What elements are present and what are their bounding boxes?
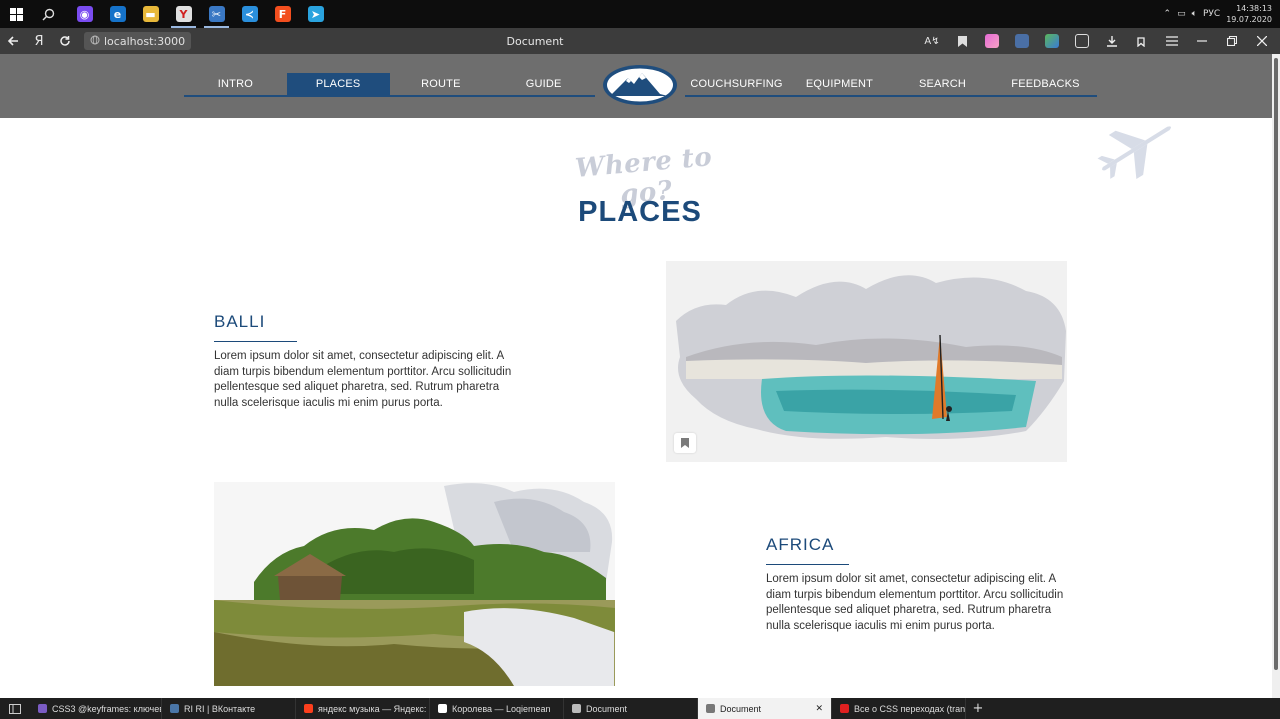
bookmark-icon[interactable] bbox=[674, 433, 696, 453]
title-underline bbox=[766, 564, 849, 565]
restore-icon[interactable] bbox=[1218, 28, 1246, 54]
tab-label: Королева — Loqiemean bbox=[452, 703, 551, 714]
tab-label: Все о CSS переходах (tran bbox=[854, 703, 966, 714]
download-icon[interactable] bbox=[1098, 28, 1126, 54]
nav-item-feedbacks[interactable]: FEEDBACKS bbox=[994, 73, 1097, 95]
clock-date: 19.07.2020 bbox=[1226, 15, 1272, 24]
tab-label: RI RI | ВКонтакте bbox=[184, 703, 256, 714]
browser-tab[interactable]: Document bbox=[564, 698, 698, 719]
yandex-browser-icon-glyph: Y bbox=[175, 6, 192, 22]
windows-taskbar: ◉ e ▬ Y ✂ ≺ F ➤ ⌃ ▭ 🔈︎ РУС 14:38:13 19.07.2020 bbox=[0, 0, 1280, 28]
browser-tab[interactable]: яндекс музыка — Яндекс: bbox=[296, 698, 430, 719]
address-bar[interactable]: localhost:3000 bbox=[84, 32, 192, 50]
explorer-icon[interactable]: ▬ bbox=[134, 0, 167, 28]
network-icon[interactable]: ▭ bbox=[1177, 9, 1186, 19]
windsurf-photo bbox=[666, 261, 1067, 462]
back-arrow-icon[interactable] bbox=[0, 28, 26, 54]
tab-label: Document bbox=[720, 703, 762, 714]
pinned-apps: ◉ e ▬ Y ✂ ≺ F ➤ bbox=[68, 0, 332, 28]
nav-item-equipment[interactable]: EQUIPMENT bbox=[788, 73, 891, 95]
nav-item-route[interactable]: ROUTE bbox=[390, 73, 493, 95]
browser-tab[interactable]: CSS3 @keyframes: ключев bbox=[30, 698, 162, 719]
vscode-icon[interactable]: ≺ bbox=[233, 0, 266, 28]
nav-item-search[interactable]: SEARCH bbox=[891, 73, 994, 95]
snipping-icon-glyph: ✂ bbox=[208, 6, 225, 22]
figma-icon-glyph: F bbox=[274, 6, 291, 22]
windows-start-icon[interactable] bbox=[0, 0, 32, 28]
browser-tab[interactable]: Королева — Loqiemean bbox=[430, 698, 564, 719]
clock[interactable]: 14:38:13 19.07.2020 bbox=[1226, 3, 1272, 25]
tab-close-icon[interactable]: ✕ bbox=[815, 703, 823, 714]
browser-tab[interactable]: Document ✕ bbox=[698, 698, 832, 719]
alice-icon[interactable]: ◉ bbox=[68, 0, 101, 28]
tab-label: Document bbox=[586, 703, 628, 714]
volume-icon[interactable]: 🔈︎ bbox=[1192, 9, 1197, 19]
tab-favicon-icon bbox=[304, 704, 313, 713]
menu-icon[interactable] bbox=[1158, 28, 1186, 54]
tab-favicon-icon bbox=[38, 704, 47, 713]
sidebar-toggle-icon[interactable] bbox=[0, 698, 30, 719]
bookmark-icon[interactable] bbox=[948, 28, 976, 54]
nav-item-guide[interactable]: GUIDE bbox=[492, 73, 595, 95]
place-description: Lorem ipsum dolor sit amet, consectetur … bbox=[214, 350, 512, 409]
browser-tab[interactable]: RI RI | ВКонтакте bbox=[162, 698, 296, 719]
tab-label: CSS3 @keyframes: ключев bbox=[52, 703, 162, 714]
globe-icon bbox=[90, 35, 100, 48]
extension-icon[interactable] bbox=[1068, 28, 1096, 54]
collections-icon[interactable] bbox=[1128, 28, 1156, 54]
explorer-icon-glyph: ▬ bbox=[142, 6, 159, 22]
new-tab-icon[interactable]: + bbox=[966, 698, 990, 719]
clock-time: 14:38:13 bbox=[1236, 4, 1272, 13]
minimize-icon[interactable] bbox=[1188, 28, 1216, 54]
telegram-icon-glyph: ➤ bbox=[307, 6, 324, 22]
figma-icon[interactable]: F bbox=[266, 0, 299, 28]
page-scrollbar[interactable] bbox=[1272, 54, 1280, 698]
main-nav-left: INTRO PLACES ROUTE GUIDE bbox=[184, 73, 595, 97]
vscode-icon-glyph: ≺ bbox=[241, 6, 258, 22]
search-icon[interactable] bbox=[32, 0, 64, 28]
nav-item-intro[interactable]: INTRO bbox=[184, 73, 287, 95]
snipping-icon[interactable]: ✂ bbox=[200, 0, 233, 28]
tab-favicon-icon bbox=[840, 704, 849, 713]
extension-icon[interactable] bbox=[1008, 28, 1036, 54]
nav-item-places[interactable]: PLACES bbox=[286, 73, 390, 95]
browser-tab[interactable]: Все о CSS переходах (tran bbox=[832, 698, 966, 719]
browser-tab-strip: CSS3 @keyframes: ключев RI RI | ВКонтакте… bbox=[0, 698, 1280, 719]
tab-favicon-icon bbox=[438, 704, 447, 713]
nav-item-couchsurfing[interactable]: COUCHSURFING bbox=[685, 73, 788, 95]
jungle-river-photo bbox=[214, 482, 615, 686]
edge-icon-glyph: e bbox=[109, 6, 126, 22]
tab-favicon-icon bbox=[170, 704, 179, 713]
system-tray: ⌃ ▭ 🔈︎ РУС 14:38:13 19.07.2020 bbox=[1164, 3, 1280, 25]
place-title-africa: AFRICA bbox=[766, 535, 835, 554]
edge-icon[interactable]: e bbox=[101, 0, 134, 28]
translate-icon[interactable]: A↯ bbox=[918, 28, 946, 54]
scrollbar-thumb[interactable] bbox=[1274, 58, 1278, 670]
yandex-browser-icon[interactable]: Y bbox=[167, 0, 200, 28]
mountain-logo-icon[interactable] bbox=[602, 64, 678, 106]
extension-icon[interactable] bbox=[978, 28, 1006, 54]
section-title: PLACES bbox=[578, 196, 702, 228]
title-underline bbox=[214, 341, 297, 342]
browser-toolbar: Я localhost:3000 Document A↯ bbox=[0, 28, 1280, 54]
alice-icon-glyph: ◉ bbox=[76, 6, 93, 22]
yandex-button[interactable]: Я bbox=[26, 28, 52, 54]
chevron-up-icon[interactable]: ⌃ bbox=[1164, 9, 1172, 19]
site-header: INTRO PLACES ROUTE GUIDE COUCHSURFING EQUIPM… bbox=[0, 54, 1280, 118]
tab-label: яндекс музыка — Яндекс: bbox=[318, 703, 427, 714]
tab-favicon-icon bbox=[706, 704, 715, 713]
language-indicator[interactable]: РУС bbox=[1203, 9, 1220, 19]
extension-icon[interactable] bbox=[1038, 28, 1066, 54]
reload-icon[interactable] bbox=[52, 28, 78, 54]
place-description: Lorem ipsum dolor sit amet, consectetur … bbox=[766, 573, 1064, 632]
airplane-icon bbox=[1094, 116, 1180, 180]
close-icon[interactable] bbox=[1248, 28, 1276, 54]
place-title-balli: BALLI bbox=[214, 312, 266, 331]
telegram-icon[interactable]: ➤ bbox=[299, 0, 332, 28]
url-text: localhost:3000 bbox=[104, 34, 186, 48]
tab-favicon-icon bbox=[572, 704, 581, 713]
main-nav-right: COUCHSURFING EQUIPMENT SEARCH FEEDBACKS bbox=[685, 73, 1097, 97]
